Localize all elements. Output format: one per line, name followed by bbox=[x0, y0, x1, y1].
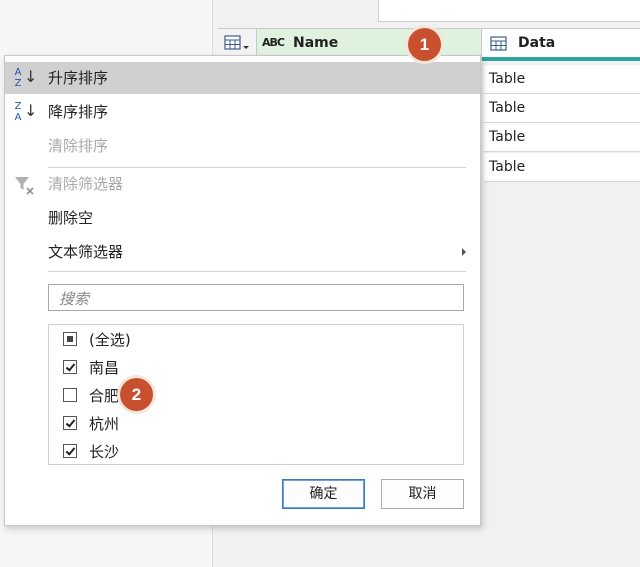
ok-button[interactable]: 确定 bbox=[282, 479, 365, 509]
table-cell[interactable]: Table bbox=[484, 94, 640, 123]
menu-item-label: 删除空 bbox=[48, 209, 94, 227]
list-item-label: (全选) bbox=[89, 331, 131, 349]
menu-item-label: 清除排序 bbox=[48, 137, 109, 155]
menu-item-clear-sort[interactable]: 清除排序 bbox=[5, 130, 480, 162]
filter-dropdown-menu: A Z ↓ 升序排序 Z A ↓ 降序排序 清除排序 清除筛选器 删除空 文本筛选器 搜… bbox=[4, 55, 481, 526]
menu-item-label: 清除筛选器 bbox=[48, 175, 124, 193]
sort-ascending-icon: A Z ↓ bbox=[14, 67, 38, 89]
step-badge-2: 2 bbox=[120, 378, 153, 411]
list-item-label: 合肥 bbox=[89, 387, 120, 405]
menu-item-sort-descending[interactable]: Z A ↓ 降序排序 bbox=[5, 96, 480, 128]
menu-item-text-filters[interactable]: 文本筛选器 bbox=[5, 236, 480, 268]
menu-separator bbox=[48, 271, 466, 272]
list-item-label: 杭州 bbox=[89, 415, 120, 433]
list-item[interactable]: 长沙 bbox=[63, 439, 453, 465]
checkbox-checked[interactable] bbox=[63, 360, 77, 374]
menu-item-label: 降序排序 bbox=[48, 103, 109, 121]
search-placeholder: 搜索 bbox=[59, 290, 90, 308]
checkbox-checked[interactable] bbox=[63, 416, 77, 430]
table-cell[interactable]: Table bbox=[484, 65, 640, 94]
column-data-label: Data bbox=[518, 35, 556, 51]
value-checklist: (全选) 南昌 合肥 杭州 长沙 bbox=[48, 324, 464, 465]
clear-filter-icon bbox=[15, 177, 34, 195]
abc-text-type-icon: ABC bbox=[262, 36, 285, 49]
table-cell[interactable]: Table bbox=[484, 153, 640, 182]
column-accent-bar bbox=[482, 57, 640, 61]
list-item-label: 长沙 bbox=[89, 443, 120, 461]
search-input[interactable]: 搜索 bbox=[48, 284, 464, 311]
formula-bar[interactable] bbox=[378, 0, 640, 22]
submenu-arrow-icon bbox=[462, 248, 466, 256]
column-header-data[interactable]: Data bbox=[482, 29, 640, 59]
table-cell[interactable]: Table bbox=[484, 123, 640, 152]
list-item-label: 南昌 bbox=[89, 359, 120, 377]
menu-item-clear-filter[interactable]: 清除筛选器 bbox=[5, 168, 480, 200]
table-type-icon bbox=[490, 36, 507, 51]
checkbox-partial[interactable] bbox=[63, 332, 77, 346]
menu-item-remove-empty[interactable]: 删除空 bbox=[5, 202, 480, 234]
list-item[interactable]: 南昌 bbox=[63, 355, 453, 381]
menu-item-label: 文本筛选器 bbox=[48, 243, 124, 261]
checkbox-unchecked[interactable] bbox=[63, 388, 77, 402]
step-badge-1: 1 bbox=[408, 28, 441, 61]
menu-item-sort-ascending[interactable]: A Z ↓ 升序排序 bbox=[5, 62, 480, 94]
column-name-label: Name bbox=[293, 35, 339, 51]
sort-descending-icon: Z A ↓ bbox=[14, 101, 38, 123]
cancel-button[interactable]: 取消 bbox=[381, 479, 464, 509]
menu-item-label: 升序排序 bbox=[48, 69, 109, 87]
checkbox-checked[interactable] bbox=[63, 444, 77, 458]
list-item[interactable]: 杭州 bbox=[63, 411, 453, 437]
table-icon bbox=[224, 35, 249, 50]
list-item-select-all[interactable]: (全选) bbox=[63, 327, 453, 353]
